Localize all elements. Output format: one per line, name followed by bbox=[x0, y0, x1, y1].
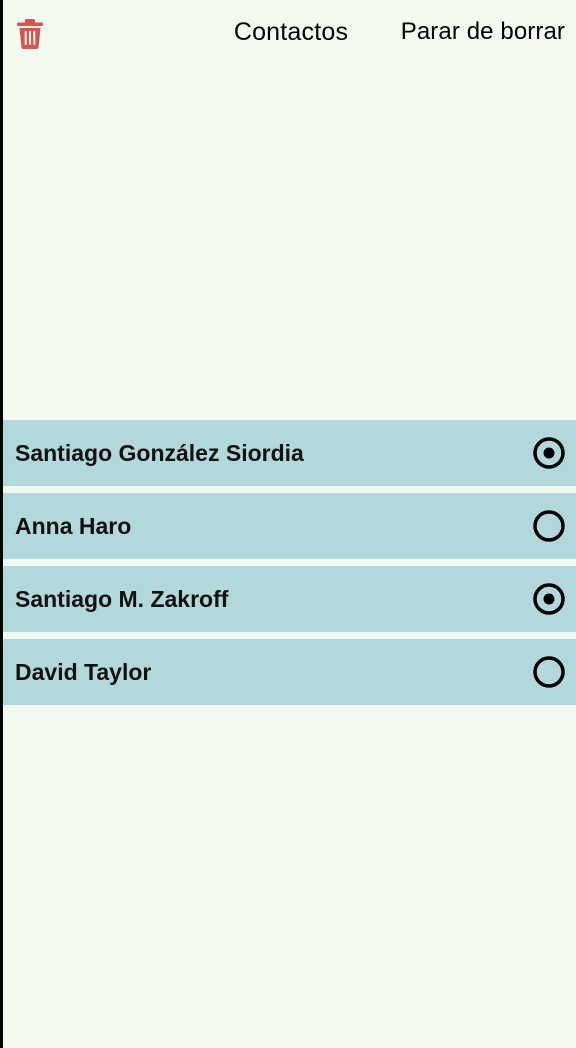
contact-row[interactable]: Santiago M. Zakroff bbox=[3, 566, 576, 632]
contact-row[interactable]: David Taylor bbox=[3, 639, 576, 705]
navigation-bar: Contactos Parar de borrar bbox=[3, 0, 576, 70]
stop-deleting-button[interactable]: Parar de borrar bbox=[401, 18, 565, 46]
contact-row[interactable]: Santiago González Siordia bbox=[3, 420, 576, 486]
contact-name: Anna Haro bbox=[15, 513, 132, 539]
contact-name: Santiago M. Zakroff bbox=[15, 586, 229, 612]
radio-unselected-icon[interactable] bbox=[533, 656, 565, 688]
page-title: Contactos bbox=[233, 18, 349, 46]
contact-name: Santiago González Siordia bbox=[15, 440, 304, 466]
app-screen: Contactos Parar de borrar Santiago Gonzá… bbox=[3, 0, 576, 1048]
radio-selected-icon[interactable] bbox=[533, 437, 565, 469]
radio-selected-icon[interactable] bbox=[533, 583, 565, 615]
delete-button[interactable] bbox=[13, 16, 47, 52]
contacts-list: Santiago González Siordia Anna Haro Sant… bbox=[3, 420, 576, 712]
contact-row[interactable]: Anna Haro bbox=[3, 493, 576, 559]
radio-unselected-icon[interactable] bbox=[533, 510, 565, 542]
trash-icon bbox=[17, 19, 43, 49]
contact-name: David Taylor bbox=[15, 659, 152, 685]
